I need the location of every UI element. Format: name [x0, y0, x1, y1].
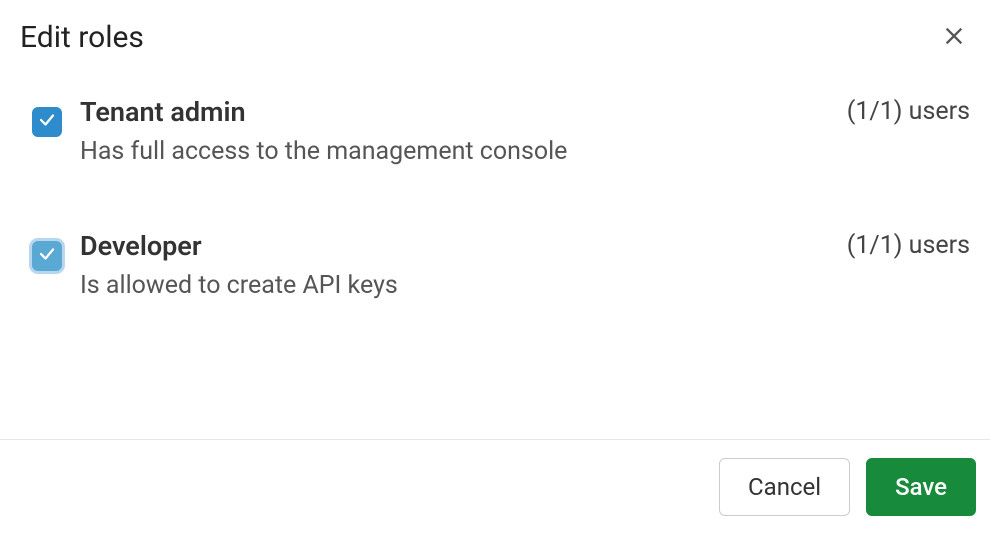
save-button[interactable]: Save	[866, 458, 976, 516]
cancel-button[interactable]: Cancel	[719, 458, 850, 516]
role-name: Tenant admin	[80, 95, 827, 130]
role-item-tenant-admin: Tenant admin Has full access to the mana…	[32, 95, 970, 169]
role-name: Developer	[80, 229, 827, 264]
close-button[interactable]	[938, 22, 970, 54]
role-text: Tenant admin Has full access to the mana…	[80, 95, 827, 169]
dialog-title: Edit roles	[20, 20, 144, 55]
role-checkbox-developer[interactable]	[32, 241, 62, 271]
role-description: Is allowed to create API keys	[80, 268, 827, 303]
dialog-header: Edit roles	[0, 0, 990, 65]
role-description: Has full access to the management consol…	[80, 134, 827, 169]
role-user-count: (1/1) users	[847, 231, 970, 260]
dialog-body: Tenant admin Has full access to the mana…	[0, 65, 990, 439]
close-icon	[943, 25, 965, 50]
role-item-developer: Developer Is allowed to create API keys …	[32, 229, 970, 303]
dialog-footer: Cancel Save	[0, 439, 990, 534]
check-icon	[38, 111, 56, 133]
check-icon	[38, 245, 56, 267]
role-user-count: (1/1) users	[847, 97, 970, 126]
role-checkbox-tenant-admin[interactable]	[32, 107, 62, 137]
edit-roles-dialog: Edit roles Tenant admin Has full access …	[0, 0, 990, 534]
role-text: Developer Is allowed to create API keys	[80, 229, 827, 303]
